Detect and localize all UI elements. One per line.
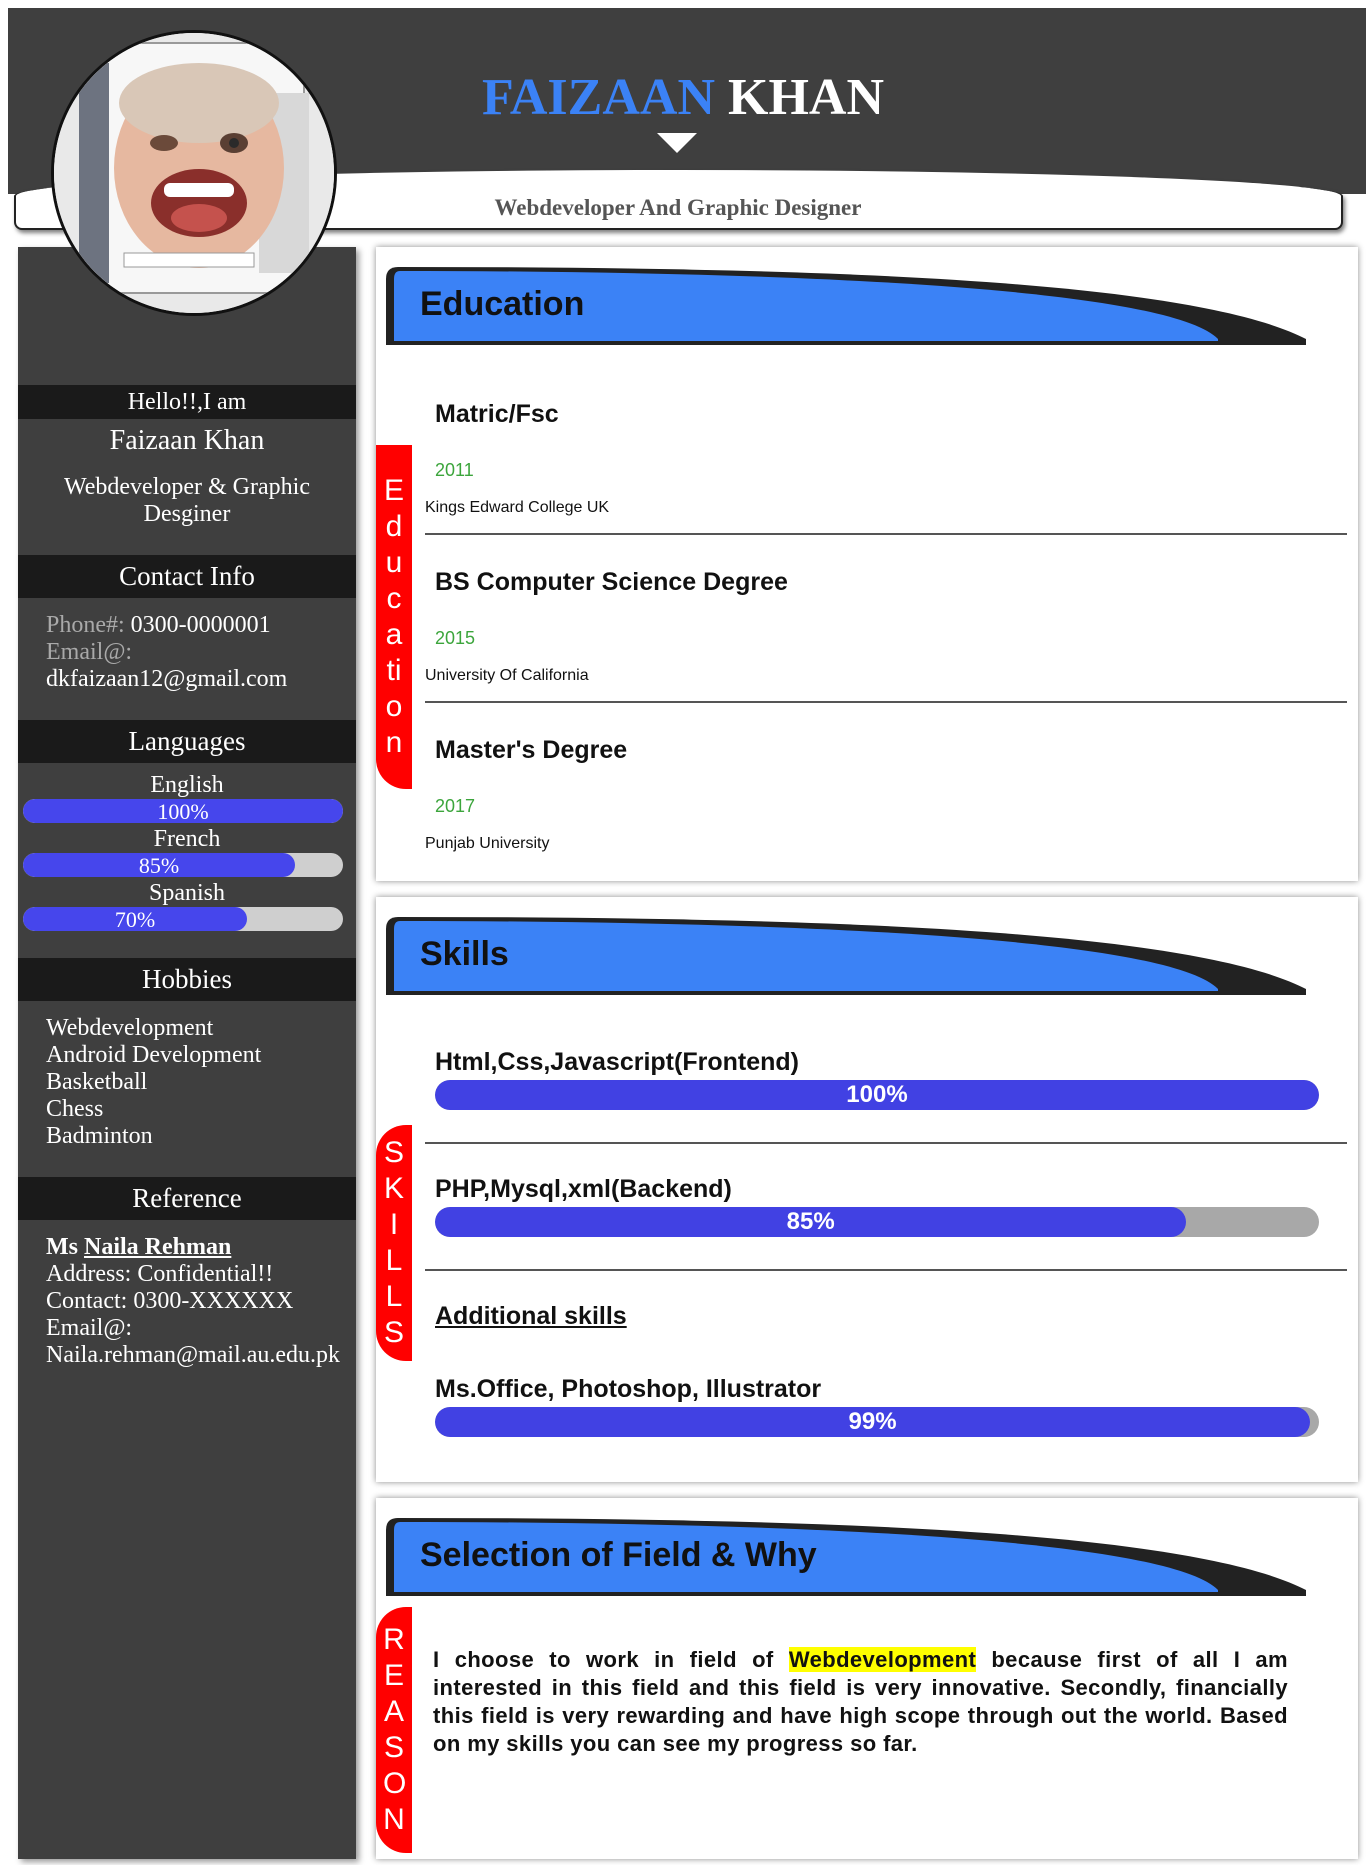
education-tab-label: Education <box>383 474 404 759</box>
banner-swoosh-icon <box>386 917 1306 995</box>
reference-heading: Reference <box>18 1177 356 1220</box>
down-arrow-icon <box>657 133 697 153</box>
reason-heading: Selection of Field & Why <box>420 1536 817 1574</box>
education-school: Punjab University <box>425 835 550 852</box>
education-divider <box>425 533 1347 535</box>
education-school: Kings Edward College UK <box>425 499 610 516</box>
reason-text-start: I choose to work in field of <box>433 1647 789 1672</box>
reason-banner: Selection of Field & Why <box>386 1518 1306 1596</box>
education-banner: Education <box>386 267 1306 345</box>
skill-bar-fill: 100% <box>435 1080 1319 1110</box>
sidebar-role: Webdeveloper & Graphic Desginer <box>64 474 310 527</box>
languages-heading: Languages <box>18 720 356 763</box>
title-first-name: FAIZAAN <box>481 69 716 126</box>
education-title: Master's Degree <box>435 736 628 764</box>
avatar <box>51 30 337 316</box>
skills-side-tab: SKILLS <box>376 1125 412 1361</box>
reference-prefix: Ms <box>46 1234 78 1260</box>
skill-title: Html,Css,Javascript(Frontend) <box>435 1048 799 1076</box>
education-school: University Of California <box>425 667 589 684</box>
skills-divider <box>425 1142 1347 1144</box>
language-percent-english: 100% <box>157 799 209 823</box>
sidebar-name: Faizaan Khan <box>109 425 265 456</box>
hobbies-heading: Hobbies <box>18 958 356 1001</box>
reason-highlight: Webdevelopment <box>788 1647 977 1672</box>
language-bar-english: 100% <box>23 799 343 823</box>
phone-label: Phone#: <box>46 612 125 638</box>
language-fill-spanish: 70% <box>23 907 247 931</box>
hobby-item: Basketball <box>46 1069 148 1095</box>
skill-percent: 100% <box>846 1081 908 1108</box>
contact-heading: Contact Info <box>18 555 356 598</box>
hobby-item: Android Development <box>46 1042 262 1068</box>
reference-email: Naila.rehman@mail.au.edu.pk <box>46 1342 340 1368</box>
education-divider <box>425 701 1347 703</box>
language-percent-spanish: 70% <box>114 907 156 931</box>
language-bar-spanish: 70% <box>23 907 343 931</box>
education-side-tab: Education <box>376 445 412 789</box>
education-year: 2017 <box>435 796 476 816</box>
skills-banner: Skills <box>386 917 1306 995</box>
skills-card: Skills SKILLS Html,Css,Javascript(Fronte… <box>376 897 1358 1482</box>
language-fill-french: 85% <box>23 853 295 877</box>
skills-divider <box>425 1269 1347 1271</box>
email-label: Email@: <box>46 639 133 665</box>
reason-paragraph: I choose to work in field of Webdevelopm… <box>433 1646 1288 1758</box>
education-title: Matric/Fsc <box>435 400 559 428</box>
title-last-name: KHAN <box>728 69 885 126</box>
reference-name-link[interactable]: Naila Rehman <box>84 1234 231 1260</box>
reason-card: Selection of Field & Why REASON I choose… <box>376 1498 1358 1859</box>
reference-email-label: Email@: <box>46 1315 133 1341</box>
skill-bar: 100% <box>435 1080 1319 1110</box>
education-year: 2011 <box>435 460 474 480</box>
skill-title: PHP,Mysql,xml(Backend) <box>435 1175 732 1203</box>
skill-bar-fill: 85% <box>435 1207 1187 1237</box>
language-name-spanish: Spanish <box>148 880 225 906</box>
reason-tab-label: REASON <box>383 1623 407 1836</box>
language-bar-french: 85% <box>23 853 343 877</box>
language-fill-english: 100% <box>23 799 343 823</box>
reason-side-tab: REASON <box>376 1607 412 1853</box>
phone-value: 0300-0000001 <box>130 612 271 638</box>
reference-contact: Contact: 0300-XXXXXX <box>46 1288 294 1314</box>
education-year: 2015 <box>435 628 476 648</box>
email-value: dkfaizaan12@gmail.com <box>46 666 288 692</box>
skills-heading: Skills <box>420 935 509 973</box>
skill-bar: 85% <box>435 1207 1319 1237</box>
reference-name: Ms Naila Rehman <box>46 1234 231 1261</box>
skill-percent: 99% <box>848 1408 897 1435</box>
education-title: BS Computer Science Degree <box>435 568 788 596</box>
additional-skills-heading: Additional skills <box>435 1302 627 1330</box>
skills-tab-label: SKILLS <box>383 1136 404 1349</box>
skill-bar-fill: 99% <box>435 1407 1311 1437</box>
language-name-french: French <box>153 826 221 852</box>
skill-title: Ms.Office, Photoshop, Illustrator <box>435 1375 822 1403</box>
greeting-heading: Hello!!,I am <box>18 385 356 419</box>
skill-bar: 99% <box>435 1407 1319 1437</box>
language-name-english: English <box>150 772 224 798</box>
reference-address: Address: Confidential!! <box>46 1261 274 1287</box>
profile-photo-icon <box>54 33 334 313</box>
hobby-item: Chess <box>46 1096 104 1122</box>
language-percent-french: 85% <box>138 853 180 877</box>
contact-phone: Phone#: 0300-0000001 <box>46 612 271 639</box>
skill-percent: 85% <box>786 1208 835 1235</box>
education-card: Education Education Matric/Fsc 2011 King… <box>376 247 1358 881</box>
hobby-item: Webdevelopment <box>46 1015 214 1041</box>
education-heading: Education <box>420 285 585 323</box>
hobby-item: Badminton <box>46 1123 153 1149</box>
